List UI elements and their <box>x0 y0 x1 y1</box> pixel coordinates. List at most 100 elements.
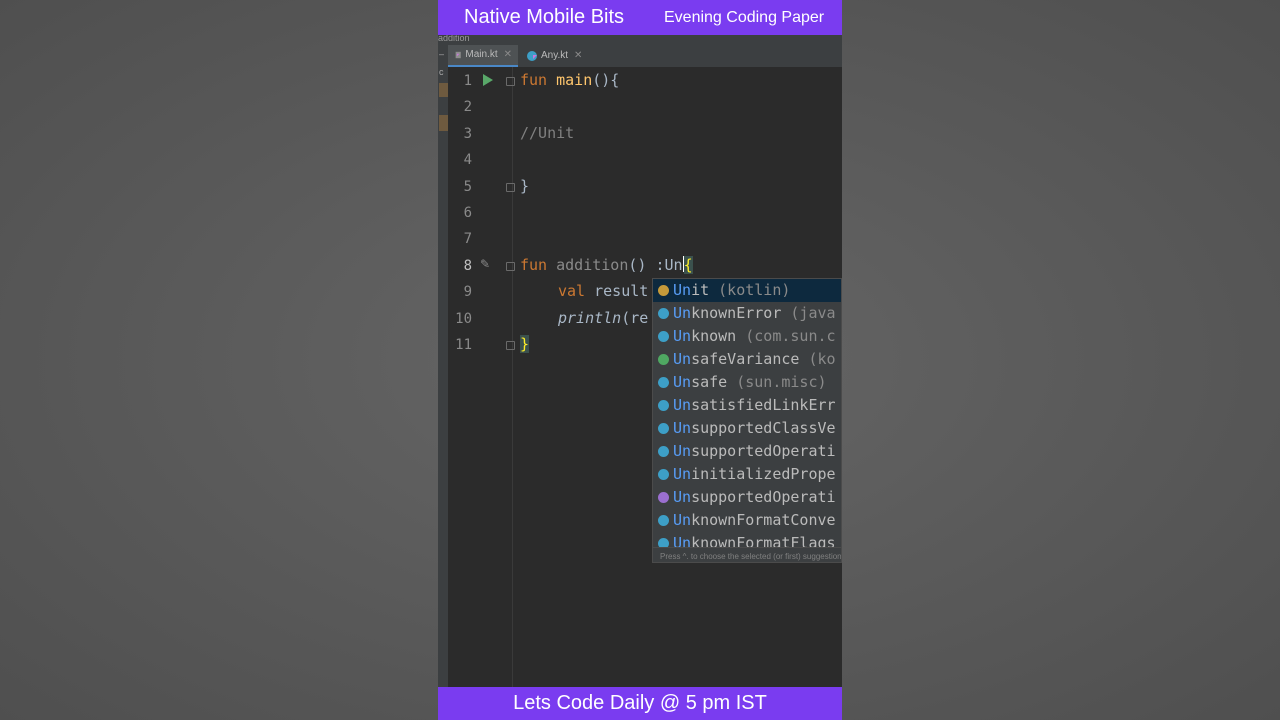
line-number: 10 <box>455 311 472 327</box>
completion-item[interactable]: UnsafeVariance (ko <box>653 348 841 371</box>
package-name: (ko <box>799 350 836 368</box>
match-prefix: Un <box>673 396 692 414</box>
line-number: 1 <box>463 73 472 89</box>
code-text: (re <box>621 309 649 327</box>
completion-rest: it <box>691 281 710 299</box>
match-prefix: Un <box>673 488 692 506</box>
line-number: 6 <box>463 205 472 221</box>
banner-subtitle: Evening Coding Paper <box>664 9 825 26</box>
completion-rest: knownError <box>691 304 782 322</box>
completion-item[interactable]: UnknownError (java <box>653 302 841 325</box>
completion-rest: safeVariance <box>691 350 800 368</box>
completion-rest: supportedOperati <box>691 442 836 460</box>
tool-window-strip: – c <box>438 45 448 687</box>
bottom-banner: Lets Code Daily @ 5 pm IST <box>438 687 842 720</box>
package-name: (kotlin) <box>709 281 791 299</box>
match-prefix: Un <box>673 373 692 391</box>
code-text: () :Un <box>628 256 683 274</box>
line-number: 3 <box>463 126 472 142</box>
fold-icon[interactable] <box>506 77 515 86</box>
completion-item[interactable]: UnsupportedOperati <box>653 440 841 463</box>
gutter-divider <box>512 67 513 687</box>
completion-rest: knownFormatConve <box>691 511 836 529</box>
breadcrumb[interactable]: addition <box>438 35 842 45</box>
code-text: (){ <box>592 71 620 89</box>
completion-rest: known <box>691 327 737 345</box>
completion-item[interactable]: Unsafe (sun.misc) <box>653 371 841 394</box>
run-icon[interactable] <box>483 74 493 86</box>
completion-rest: satisfiedLinkErr <box>691 396 836 414</box>
completion-rest: supportedClassVe <box>691 419 836 437</box>
code-line-1: fun main(){ <box>520 71 619 89</box>
matched-brace: } <box>520 335 530 353</box>
function-call: println <box>558 309 622 327</box>
code-line-10: println(re <box>558 309 648 327</box>
match-prefix: Un <box>673 350 692 368</box>
schedule-text: Lets Code Daily @ 5 pm IST <box>513 692 767 714</box>
editor-tabs: Main.kt ✕ Any.kt ✕ <box>448 45 842 68</box>
tool-window-icon[interactable]: c <box>439 67 444 77</box>
completion-label: UninitializedPrope <box>673 463 836 486</box>
class-icon <box>658 331 669 342</box>
completion-label: Unknown (com.sun.c <box>673 325 836 348</box>
completion-rest: initializedPrope <box>691 465 836 483</box>
match-prefix: Un <box>673 442 692 460</box>
bookmark-marker <box>439 83 448 97</box>
code-text: result <box>594 282 649 300</box>
completion-label: UnsupportedOperati <box>673 486 836 509</box>
package-name: (java <box>781 304 836 322</box>
class-icon <box>658 423 669 434</box>
tab-any-kt[interactable]: Any.kt ✕ <box>520 45 590 67</box>
completion-item[interactable]: Unknown (com.sun.c <box>653 325 841 348</box>
tab-label: Any.kt <box>541 50 569 61</box>
line-number: 5 <box>463 179 472 195</box>
code-line-11: } <box>520 335 530 353</box>
top-banner: Native Mobile Bits Evening Coding Paper <box>438 0 842 35</box>
completion-item[interactable]: Unit (kotlin) <box>653 279 841 302</box>
class-icon <box>658 308 669 319</box>
code-text: } <box>520 177 530 195</box>
keyword: fun <box>520 256 548 274</box>
fold-icon[interactable] <box>506 341 515 350</box>
match-prefix: Un <box>673 511 692 529</box>
code-line-8: fun addition() :Un{ <box>520 256 693 274</box>
close-icon[interactable]: ✕ <box>504 44 512 66</box>
breadcrumb-label: addition <box>438 35 470 43</box>
completion-item[interactable]: UnsatisfiedLinkErr <box>653 394 841 417</box>
class-icon <box>658 285 669 296</box>
kotlin-file-icon <box>455 51 461 59</box>
channel-title: Native Mobile Bits <box>464 6 625 28</box>
match-prefix: Un <box>673 465 692 483</box>
match-prefix: Un <box>673 304 692 322</box>
completion-item[interactable]: UninitializedPrope <box>653 463 841 486</box>
completion-label: Unsafe (sun.misc) <box>673 371 827 394</box>
line-number: 9 <box>463 284 472 300</box>
class-icon <box>658 377 669 388</box>
matched-brace: { <box>683 256 693 274</box>
tab-main-kt[interactable]: Main.kt ✕ <box>448 45 518 67</box>
edit-icon[interactable]: ✎ <box>480 257 490 271</box>
fold-icon[interactable] <box>506 183 515 192</box>
completion-rest: supportedOperati <box>691 488 836 506</box>
completion-label: UnsafeVariance (ko <box>673 348 836 371</box>
completion-item[interactable]: UnknownFormatConve <box>653 509 841 532</box>
match-prefix: Un <box>673 327 692 345</box>
completion-label: UnsupportedOperati <box>673 440 836 463</box>
completion-item[interactable]: UnsupportedClassVe <box>653 417 841 440</box>
keyword: fun <box>520 71 548 89</box>
class-icon <box>658 400 669 411</box>
code-line-5: } <box>520 177 529 195</box>
close-icon[interactable]: ✕ <box>574 45 582 67</box>
completion-rest: safe <box>691 373 728 391</box>
minus-icon[interactable]: – <box>439 49 444 59</box>
completion-label: UnknownError (java <box>673 302 836 325</box>
completion-label: Unit (kotlin) <box>673 279 790 302</box>
fold-icon[interactable] <box>506 262 515 271</box>
class-icon <box>658 492 669 503</box>
tab-label: Main.kt <box>465 49 498 60</box>
line-number: 11 <box>455 337 472 353</box>
completion-label: UnsupportedClassVe <box>673 417 836 440</box>
completion-popup: Unit (kotlin) UnknownError (java Unknown (… <box>652 278 842 563</box>
completion-hint: Press ^. to choose the selected (or firs… <box>653 547 841 562</box>
completion-item[interactable]: UnsupportedOperati <box>653 486 841 509</box>
